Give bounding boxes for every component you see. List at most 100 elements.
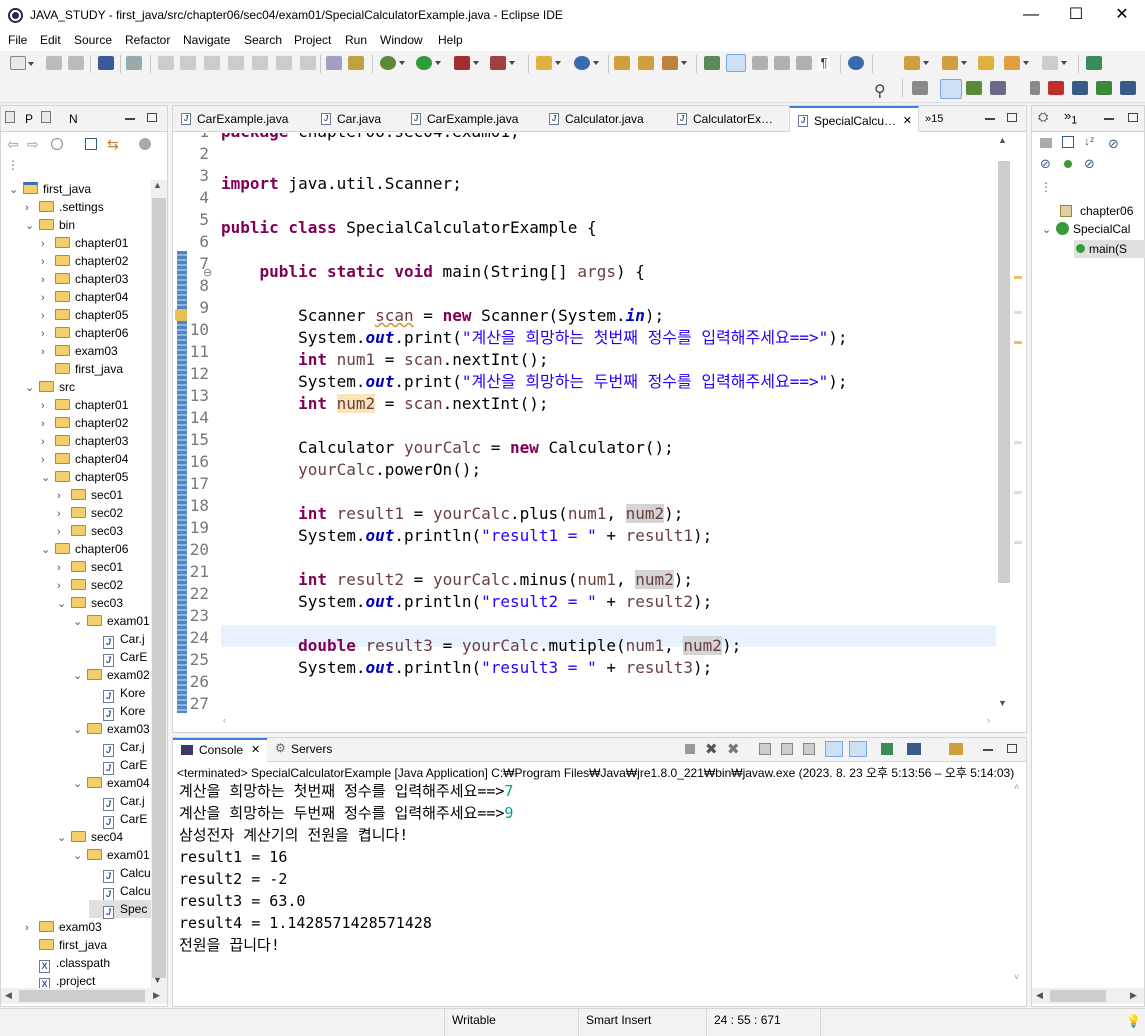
tree-scrollbar[interactable]: ▲ ▼ [151,180,167,988]
run-icon[interactable] [416,56,441,70]
tree-item[interactable]: › sec01 [57,486,123,504]
toggle-annotations-icon[interactable] [704,56,720,70]
outline-package[interactable]: chapter06 [1060,204,1133,218]
tab-package-explorer[interactable]: P [25,112,33,126]
tree-item[interactable]: ⌄ exam03 [73,720,150,738]
status-cursor-position[interactable]: 24 : 55 : 671 [714,1013,781,1027]
chevron-right-icon[interactable]: › [57,559,67,577]
word-wrap-icon[interactable] [752,56,768,70]
tree-item[interactable]: ⌄ chapter06 [41,540,128,558]
editor-hscrollbar[interactable]: ‹ › [173,713,998,731]
chevron-right-icon[interactable]: › [57,505,67,523]
scroll-right-icon[interactable]: › [987,715,990,725]
minimize-editor-icon[interactable] [985,118,995,120]
tree-item[interactable]: › chapter03 [41,270,128,288]
up-icon[interactable] [51,138,63,150]
scroll-up-icon[interactable]: ˄ [1014,782,1019,792]
perspective-a-icon[interactable] [1048,81,1064,95]
chevron-down-icon[interactable]: ⌄ [57,829,67,847]
step-return-icon[interactable] [300,56,316,70]
collapse-outline-icon[interactable] [1062,136,1074,148]
tree-item[interactable]: J CarE [89,648,147,667]
tree-item[interactable]: first_java [41,360,123,378]
scroll-thumb[interactable] [152,198,166,978]
tab-servers[interactable]: ⚙ Servers [273,738,353,762]
tree-item[interactable]: › sec01 [57,558,123,576]
step-over-icon[interactable] [276,56,292,70]
perspective-c-icon[interactable] [1096,81,1112,95]
tab-carexample-2[interactable]: J CarExample.java [403,106,533,132]
tree-item[interactable]: ⌄ exam04 [73,774,150,792]
minimize-outline-icon[interactable] [1104,118,1114,120]
scroll-down-icon[interactable]: ▼ [998,698,1007,708]
tree-item[interactable]: ⌄ sec04 [57,828,123,846]
scroll-down-icon[interactable]: ▼ [153,975,162,985]
tree-item[interactable]: ⌄ src [25,378,75,396]
terminate-icon[interactable] [204,56,220,70]
chevron-right-icon[interactable]: › [41,253,51,271]
chevron-right-icon[interactable]: › [41,433,51,451]
tab-car[interactable]: J Car.java [313,106,413,132]
chevron-right-icon[interactable]: › [41,415,51,433]
tab-navigator[interactable]: N [69,112,78,126]
sort-icon[interactable] [1040,138,1052,148]
menu-search[interactable]: Search [244,33,282,47]
tree-item[interactable]: ⌄ bin [25,216,75,234]
save-icon[interactable] [46,56,62,70]
hide-fields-icon[interactable]: ⊘ [1108,136,1119,152]
tree-item[interactable]: X .classpath [25,954,110,973]
close-tab-icon[interactable]: ✕ [903,108,912,134]
console-vscrollbar[interactable]: ˄ ˅ [1010,780,1026,988]
chevron-right-icon[interactable]: › [41,451,51,469]
forward-icon[interactable] [1042,56,1067,70]
tab-carexample-1[interactable]: J CarExample.java [173,106,305,132]
hide-nonpublic-icon[interactable] [1064,160,1072,168]
coverage-icon[interactable] [454,56,479,70]
tree-item[interactable]: ⌄ exam01 [73,846,150,864]
chevron-right-icon[interactable]: › [57,487,67,505]
outline-menu-icon[interactable]: ⋮ [1040,180,1052,194]
chevron-right-icon[interactable]: › [57,577,67,595]
menu-file[interactable]: File [8,33,27,47]
use-step-filters-icon[interactable] [348,56,364,70]
tree-item[interactable]: J Kore [89,684,145,703]
outline-scroll-thumb[interactable] [1050,990,1106,1002]
editor-scroll-thumb[interactable] [998,161,1010,583]
pin-console-icon[interactable] [881,743,893,755]
tree-item[interactable]: ⌄ first_java [9,180,91,198]
suspend-icon[interactable] [180,56,196,70]
tree-item[interactable]: › chapter04 [41,288,128,306]
menu-window[interactable]: Window [380,33,423,47]
tree-item[interactable]: › chapter04 [41,450,128,468]
menu-run[interactable]: Run [345,33,367,47]
chevron-right-icon[interactable]: › [41,271,51,289]
chevron-down-icon[interactable]: ⌄ [25,379,35,397]
maximize-editor-icon[interactable] [1007,113,1017,122]
minimize-view-icon[interactable] [125,118,135,120]
tree-item[interactable]: ⌄ exam02 [73,666,150,684]
terminal-icon[interactable] [98,56,114,70]
code-area[interactable]: 1234567891011121314151617181920212223242… [173,133,998,713]
scroll-lock-icon[interactable] [781,743,793,755]
occurrence-marker[interactable] [1014,491,1022,494]
tree-item[interactable]: first_java [25,936,107,954]
scroll-left-icon[interactable]: ◀ [5,990,12,1001]
overview-ruler[interactable] [1010,133,1026,713]
tree-item[interactable]: › chapter03 [41,432,128,450]
tree-item[interactable]: ⌄ exam01 [73,612,150,630]
word-wrap-console-icon[interactable] [803,743,815,755]
scroll-up-icon[interactable]: ▲ [998,135,1007,145]
open-console-icon[interactable] [949,743,963,755]
minimize-button[interactable]: — [1008,0,1054,31]
chevron-down-icon[interactable]: ⌄ [9,181,19,199]
chevron-down-icon[interactable]: ⌄ [57,595,67,613]
chevron-right-icon[interactable]: › [25,919,35,937]
tree-item[interactable]: › chapter06 [41,324,128,342]
java-perspective-icon[interactable] [940,79,962,99]
tree-item[interactable]: › chapter01 [41,396,128,414]
hscroll-thumb[interactable] [19,990,145,1002]
new-java-project-icon[interactable] [536,56,561,70]
save-all-icon[interactable] [68,56,84,70]
chevron-right-icon[interactable]: › [41,235,51,253]
remove-all-icon[interactable]: ✖ [727,740,740,758]
